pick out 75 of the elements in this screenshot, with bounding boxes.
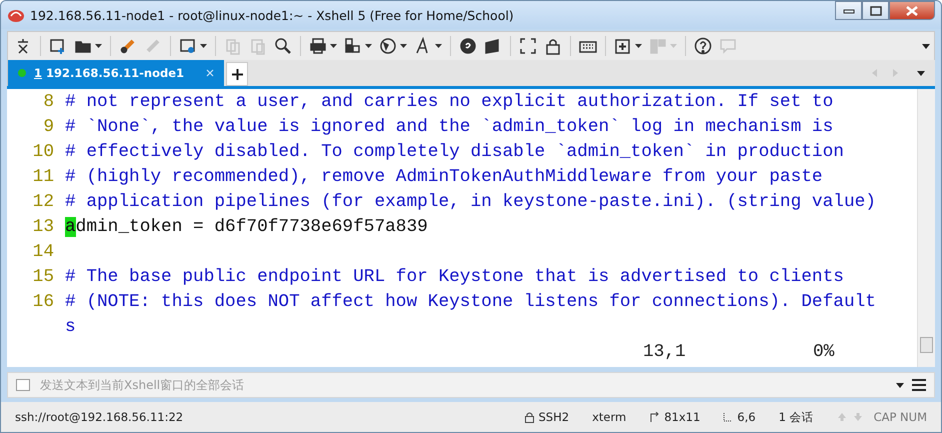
session-tab[interactable]: 1 192.168.56.11-node1	[8, 60, 224, 86]
line-number: 12	[32, 191, 55, 214]
line-number: 10	[32, 141, 55, 164]
checkbox-icon[interactable]	[16, 379, 30, 391]
shell-icon	[459, 37, 477, 55]
line-number: 11	[32, 166, 55, 189]
close-icon[interactable]	[206, 69, 214, 77]
line-number: 15	[32, 266, 55, 289]
cursor-position: 13,1	[643, 341, 687, 364]
tab-label: 1 192.168.56.11-node1	[34, 66, 184, 80]
comment-line: # (NOTE: this does NOT affect how Keystone listens for connections). Default	[65, 291, 876, 314]
shell-logo-icon	[7, 7, 25, 23]
send-text-field[interactable]: 发送文本到当前Xshell窗口的全部会话	[38, 377, 888, 393]
up-down-arrows-icon	[836, 412, 863, 422]
line-number: 13	[32, 216, 55, 239]
comment-line: # `None`, the value is ignored and the `admin_token` log in mechanism is	[65, 116, 834, 139]
search-icon	[274, 37, 292, 55]
comment-line: # The base public endpoint URL for Keystone that is advertised to clients	[65, 266, 844, 289]
comment-line: # application pipelines (for example, in keystone-paste.ini). (string value)	[65, 191, 876, 214]
chat-icon	[719, 37, 737, 55]
comment-line: # (highly recommended), remove AdminTokenAuthMiddleware from your paste	[65, 166, 823, 189]
layout-icon	[649, 37, 667, 55]
line-number: 14	[32, 241, 55, 264]
connect-icon	[119, 37, 137, 55]
add-icon	[614, 37, 632, 55]
window-title: 192.168.56.11-node1 - root@linux-node1:~ - Xshell 5 (Free for Home/School)	[30, 8, 514, 22]
maximize-icon	[870, 6, 882, 16]
cursor-grid-icon	[723, 412, 732, 422]
lock-icon	[544, 37, 562, 55]
comment-line: s	[65, 316, 76, 339]
scroll-percent: 0%	[813, 341, 834, 364]
caret-icon	[670, 44, 677, 48]
caret-icon	[400, 44, 407, 48]
new-tab-button[interactable]	[226, 62, 248, 86]
send-text-bar[interactable]: 发送文本到当前Xshell窗口的全部会话	[7, 372, 935, 398]
session-count: 1 会话	[778, 410, 814, 424]
caret-icon	[365, 44, 372, 48]
copy-icon	[224, 37, 242, 55]
menu-icon[interactable]	[912, 379, 926, 391]
line-number: 16	[32, 291, 55, 314]
line-number: 8	[42, 91, 55, 114]
resize-icon	[649, 412, 660, 422]
print-icon	[309, 37, 327, 55]
cursor-location: 6,6	[737, 410, 756, 424]
paste-icon	[249, 37, 267, 55]
code-line: admin_token = d6f70f7738e69f57a839	[65, 216, 428, 239]
terminal-type: xterm	[592, 410, 626, 424]
caret-icon	[95, 44, 102, 48]
help-icon	[694, 37, 712, 55]
properties-icon	[179, 37, 197, 55]
minimize-icon	[842, 8, 854, 14]
caret-icon	[435, 44, 442, 48]
line-number: 9	[42, 116, 55, 139]
caret-icon	[200, 44, 207, 48]
close-button[interactable]	[889, 1, 935, 20]
terminal-size: 81x11	[664, 410, 700, 424]
comment-line: # not represent a user, and carries no explicit authorization. If set to	[65, 91, 834, 114]
minimize-button[interactable]	[835, 1, 862, 20]
scrollbar[interactable]	[917, 89, 935, 367]
caret-icon[interactable]	[922, 44, 930, 48]
maximize-button[interactable]	[862, 1, 889, 20]
comment-line: # effectively disabled. To completely disable `admin_token` in production	[65, 141, 844, 164]
caret-icon[interactable]	[896, 382, 904, 388]
lock-icon	[524, 412, 534, 422]
caret-icon	[635, 44, 642, 48]
caret-icon[interactable]	[917, 70, 925, 76]
plus-icon	[232, 68, 243, 80]
caps-num-indicator: CAP NUM	[874, 410, 927, 424]
connection-address: ssh://root@192.168.56.11:22	[15, 410, 184, 424]
caret-icon	[330, 44, 337, 48]
help-tool-button[interactable]	[692, 36, 714, 56]
protocol-label: SSH2	[538, 410, 570, 424]
new-icon	[49, 37, 67, 55]
close-icon	[905, 6, 919, 16]
fullscreen-icon	[519, 37, 537, 55]
